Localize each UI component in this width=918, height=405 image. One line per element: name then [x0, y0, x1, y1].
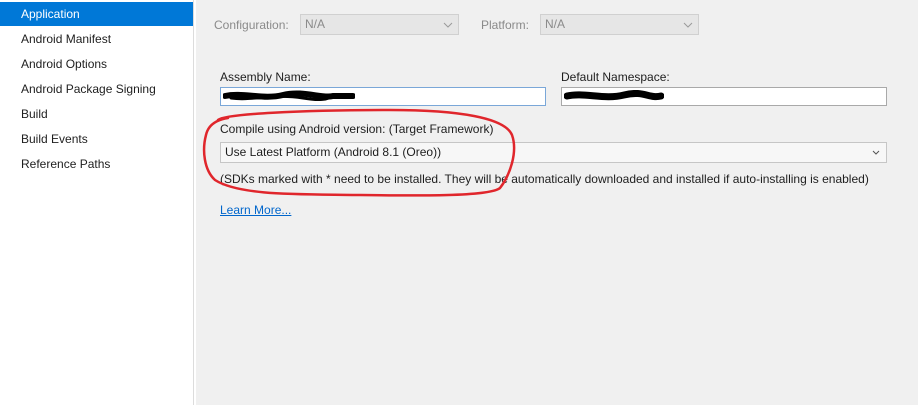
configuration-label: Configuration:	[214, 18, 289, 32]
sidebar-item-android-options[interactable]: Android Options	[0, 52, 196, 76]
sidebar-item-android-package-signing[interactable]: Android Package Signing	[0, 77, 196, 101]
sidebar-divider	[193, 0, 194, 405]
assembly-name-input[interactable]	[220, 87, 546, 106]
redacted-text	[223, 90, 355, 102]
sidebar-item-reference-paths[interactable]: Reference Paths	[0, 152, 196, 176]
sidebar-item-build-events[interactable]: Build Events	[0, 127, 196, 151]
redacted-text	[564, 90, 664, 101]
chevron-down-icon	[443, 22, 453, 28]
chevron-down-icon	[683, 22, 693, 28]
learn-more-link[interactable]: Learn More...	[220, 203, 291, 217]
target-framework-dropdown[interactable]: Use Latest Platform (Android 8.1 (Oreo))	[220, 142, 887, 163]
configuration-value: N/A	[305, 17, 326, 31]
sidebar-item-android-manifest[interactable]: Android Manifest	[0, 27, 196, 51]
compile-android-version-label: Compile using Android version: (Target F…	[220, 122, 494, 136]
sdk-install-note: (SDKs marked with * need to be installed…	[220, 172, 869, 186]
sidebar: Application Android Manifest Android Opt…	[0, 0, 196, 405]
assembly-name-label: Assembly Name:	[220, 70, 311, 84]
sidebar-item-build[interactable]: Build	[0, 102, 196, 126]
target-framework-value: Use Latest Platform (Android 8.1 (Oreo))	[225, 145, 442, 159]
sidebar-item-application[interactable]: Application	[0, 2, 193, 26]
default-namespace-input[interactable]	[561, 87, 887, 106]
platform-label: Platform:	[481, 18, 530, 32]
configuration-dropdown[interactable]: N/A	[300, 14, 459, 35]
platform-dropdown[interactable]: N/A	[540, 14, 699, 35]
chevron-down-icon	[872, 150, 880, 155]
platform-value: N/A	[545, 17, 566, 31]
default-namespace-label: Default Namespace:	[561, 70, 670, 84]
